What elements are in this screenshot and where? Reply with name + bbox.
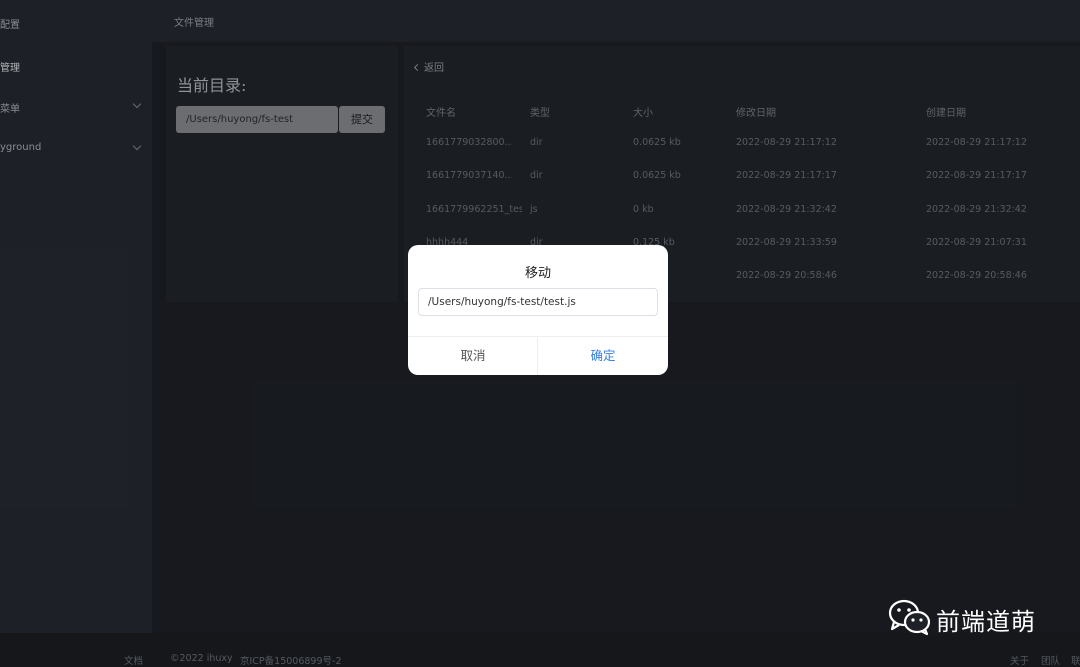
destination-path-input[interactable]: /Users/huyong/fs-test/test.js	[418, 288, 658, 316]
wechat-icon	[888, 599, 931, 636]
confirm-button[interactable]: 确定	[538, 337, 668, 375]
watermark-text: 前端道萌	[936, 608, 1036, 636]
dialog-title: 移动	[524, 266, 551, 281]
watermark: 前端道萌	[888, 598, 1035, 638]
cancel-button[interactable]: 取消	[408, 337, 538, 375]
move-dialog: 移动 /Users/huyong/fs-test/test.js 取消 确定	[408, 245, 668, 375]
